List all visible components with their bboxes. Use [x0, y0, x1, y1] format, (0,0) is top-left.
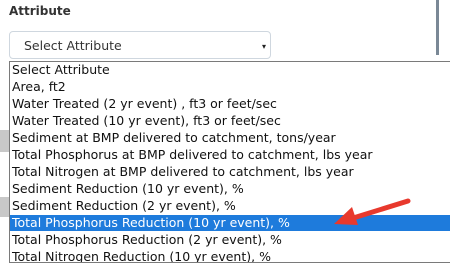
red-arrow-icon — [334, 198, 411, 225]
